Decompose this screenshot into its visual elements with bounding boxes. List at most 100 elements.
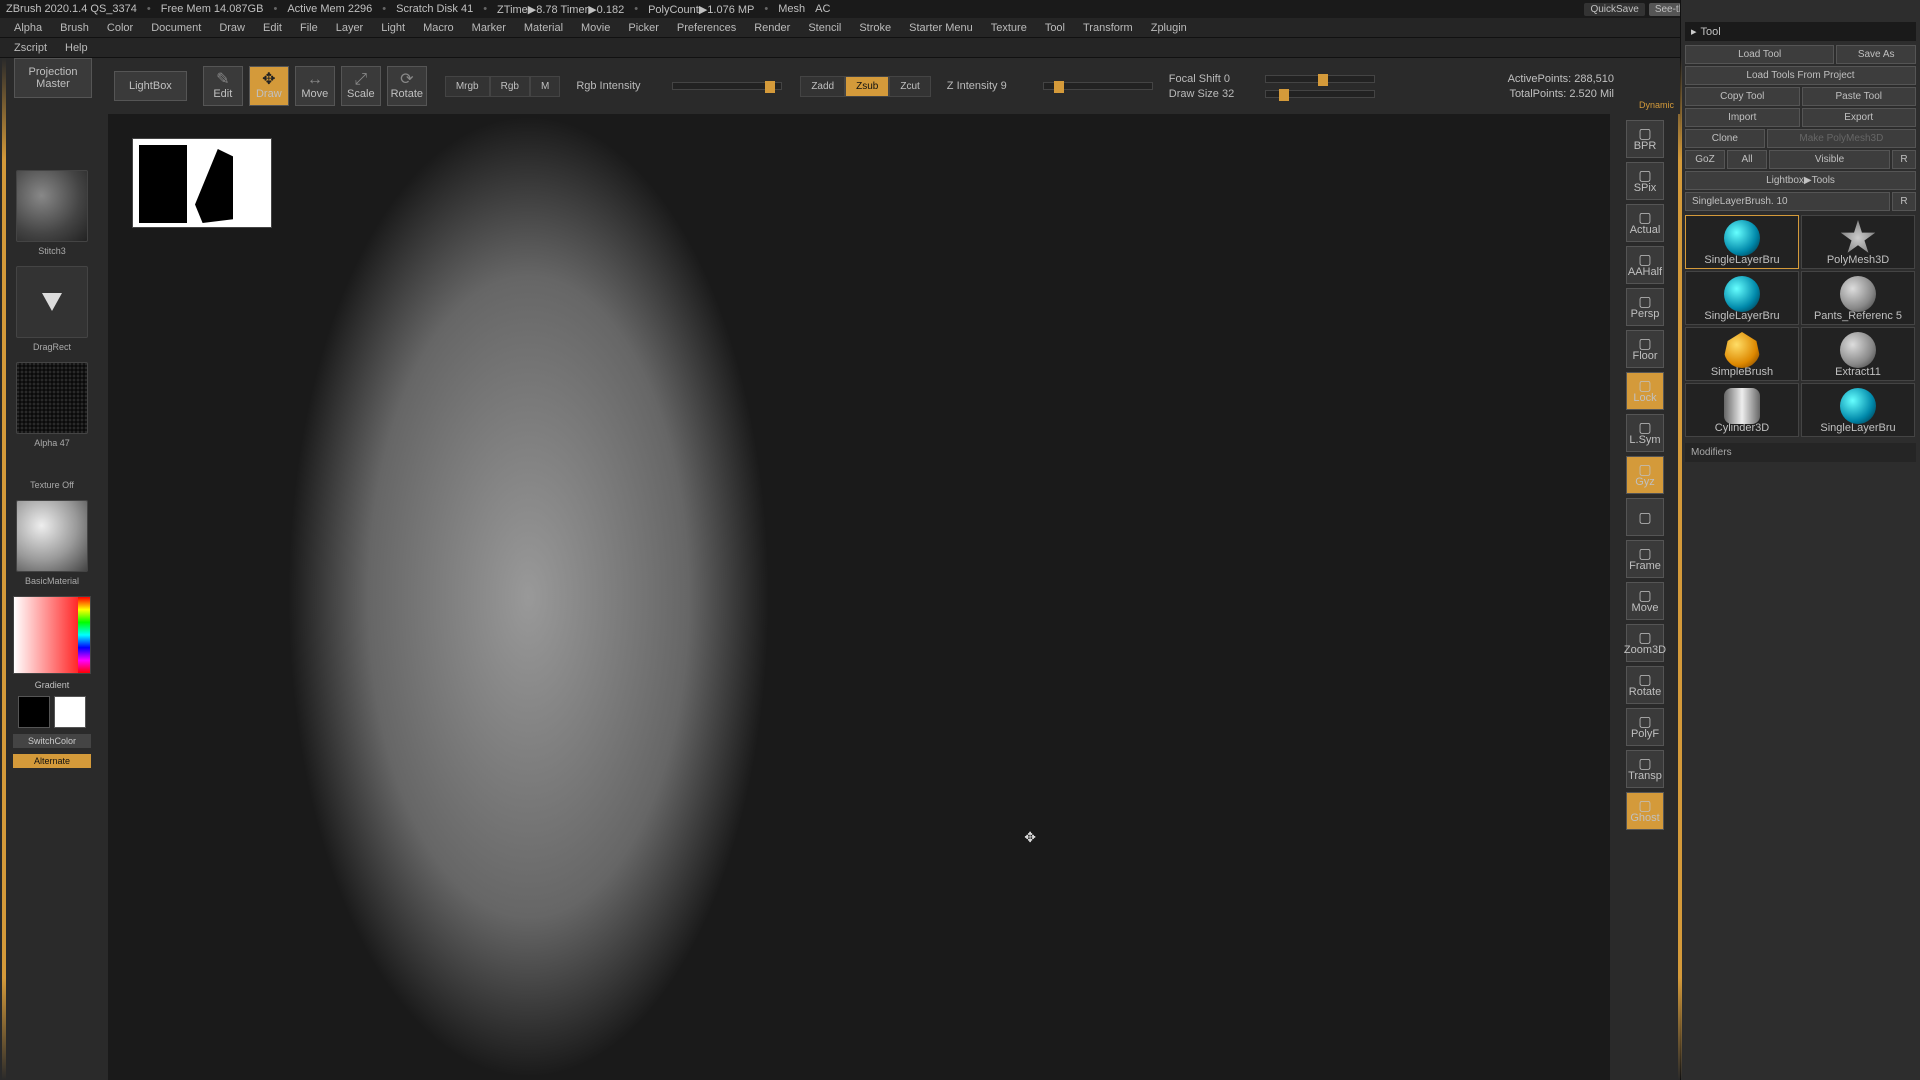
nav-ghost-button[interactable]: ▢Ghost xyxy=(1626,792,1664,830)
scale-button[interactable]: ⤢Scale xyxy=(341,66,381,106)
nav-zoom3d-button[interactable]: ▢Zoom3D xyxy=(1626,624,1664,662)
rgb-button[interactable]: Rgb xyxy=(490,76,530,97)
nav-l.sym-button[interactable]: ▢L.Sym xyxy=(1626,414,1664,452)
nav-gyz-button[interactable]: ▢Gyz xyxy=(1626,456,1664,494)
goz-button[interactable]: GoZ xyxy=(1685,150,1725,169)
menu-movie[interactable]: Movie xyxy=(573,20,618,36)
tool-item-singlelayerbru[interactable]: SingleLayerBru xyxy=(1801,383,1915,437)
nav-lock-button[interactable]: ▢Lock xyxy=(1626,372,1664,410)
modifiers-section[interactable]: Modifiers xyxy=(1685,443,1916,462)
nav-rotate-button[interactable]: ▢Rotate xyxy=(1626,666,1664,704)
lightbox-tools-button[interactable]: Lightbox▶Tools xyxy=(1685,171,1916,190)
tool-item-cylinder3d[interactable]: Cylinder3D xyxy=(1685,383,1799,437)
nav-move-button[interactable]: ▢Move xyxy=(1626,582,1664,620)
menu-zscript[interactable]: Zscript xyxy=(6,40,55,56)
menu-file[interactable]: File xyxy=(292,20,326,36)
gradient-label[interactable]: Gradient xyxy=(35,680,70,690)
goz-visible-button[interactable]: Visible xyxy=(1769,150,1890,169)
menu-stroke[interactable]: Stroke xyxy=(851,20,899,36)
tool-item-singlelayerbru[interactable]: SingleLayerBru xyxy=(1685,271,1799,325)
tool-item-singlelayerbru[interactable]: SingleLayerBru xyxy=(1685,215,1799,269)
move-button[interactable]: ↔Move xyxy=(295,66,335,106)
load-tool-button[interactable]: Load Tool xyxy=(1685,45,1834,64)
draw-size-slider[interactable] xyxy=(1265,90,1375,98)
alpha-thumbnail[interactable] xyxy=(16,362,88,434)
focal-shift-slider[interactable] xyxy=(1265,75,1375,83)
menu-picker[interactable]: Picker xyxy=(620,20,667,36)
rgb-intensity-slider[interactable] xyxy=(672,82,782,90)
nav-floor-button[interactable]: ▢Floor xyxy=(1626,330,1664,368)
material-thumbnail[interactable] xyxy=(16,500,88,572)
nav-transp-button[interactable]: ▢Transp xyxy=(1626,750,1664,788)
menu-preferences[interactable]: Preferences xyxy=(669,20,744,36)
menu-stencil[interactable]: Stencil xyxy=(800,20,849,36)
zsub-button[interactable]: Zsub xyxy=(845,76,889,97)
brush-thumbnail[interactable] xyxy=(16,170,88,242)
edit-button[interactable]: ✎Edit xyxy=(203,66,243,106)
menu-zplugin[interactable]: Zplugin xyxy=(1143,20,1195,36)
import-button[interactable]: Import xyxy=(1685,108,1800,127)
copy-tool-button[interactable]: Copy Tool xyxy=(1685,87,1800,106)
goz-r-button[interactable]: R xyxy=(1892,150,1916,169)
z-intensity-slider[interactable] xyxy=(1043,82,1153,90)
menu-layer[interactable]: Layer xyxy=(328,20,372,36)
m-button[interactable]: M xyxy=(530,76,560,97)
menu-document[interactable]: Document xyxy=(143,20,209,36)
current-tool-name[interactable]: SingleLayerBrush. 10 xyxy=(1685,192,1890,211)
dynamic-label[interactable]: Dynamic xyxy=(1639,100,1674,110)
rotate-button[interactable]: ⟳Rotate xyxy=(387,66,427,106)
paste-tool-button[interactable]: Paste Tool xyxy=(1802,87,1917,106)
menu-tool[interactable]: Tool xyxy=(1037,20,1073,36)
menu-material[interactable]: Material xyxy=(516,20,571,36)
zadd-button[interactable]: Zadd xyxy=(800,76,845,97)
nav-polyf-button[interactable]: ▢PolyF xyxy=(1626,708,1664,746)
menu-help[interactable]: Help xyxy=(57,40,96,56)
tool-item-simplebrush[interactable]: SimpleBrush xyxy=(1685,327,1799,381)
switchcolor-button[interactable]: SwitchColor xyxy=(13,734,91,748)
menu-edit[interactable]: Edit xyxy=(255,20,290,36)
zcut-button[interactable]: Zcut xyxy=(889,76,930,97)
draw-button[interactable]: ✥Draw xyxy=(249,66,289,106)
menu-texture[interactable]: Texture xyxy=(983,20,1035,36)
stroke-thumbnail[interactable] xyxy=(16,266,88,338)
nav-persp-button[interactable]: ▢Persp xyxy=(1626,288,1664,326)
clone-button[interactable]: Clone xyxy=(1685,129,1765,148)
nav-aahalf-button[interactable]: ▢AAHalf xyxy=(1626,246,1664,284)
quicksave-button[interactable]: QuickSave xyxy=(1584,3,1644,16)
nav-frame-button[interactable]: ▢Frame xyxy=(1626,540,1664,578)
tool-item-pants-referenc-5[interactable]: Pants_Referenc 5 xyxy=(1801,271,1915,325)
nav-actual-button[interactable]: ▢Actual xyxy=(1626,204,1664,242)
projection-master-button[interactable]: Projection Master xyxy=(14,58,92,98)
tool-item-polymesh3d[interactable]: PolyMesh3D xyxy=(1801,215,1915,269)
menu-draw[interactable]: Draw xyxy=(211,20,253,36)
lightbox-button[interactable]: LightBox xyxy=(114,71,187,101)
menu-alpha[interactable]: Alpha xyxy=(6,20,50,36)
make-polymesh-button[interactable]: Make PolyMesh3D xyxy=(1767,129,1916,148)
alternate-button[interactable]: Alternate xyxy=(13,754,91,768)
tool-r-button[interactable]: R xyxy=(1892,192,1916,211)
menu-brush[interactable]: Brush xyxy=(52,20,97,36)
save-as-button[interactable]: Save As xyxy=(1836,45,1916,64)
primary-color-swatch[interactable] xyxy=(54,696,86,728)
export-button[interactable]: Export xyxy=(1802,108,1917,127)
nav-blank-button[interactable]: ▢ xyxy=(1626,498,1664,536)
secondary-color-swatch[interactable] xyxy=(18,696,50,728)
mrgb-button[interactable]: Mrgb xyxy=(445,76,490,97)
menu-marker[interactable]: Marker xyxy=(464,20,514,36)
color-picker[interactable] xyxy=(13,596,91,674)
right-tray-handle[interactable] xyxy=(1678,58,1682,1080)
menu-render[interactable]: Render xyxy=(746,20,798,36)
tool-item-extract11[interactable]: Extract11 xyxy=(1801,327,1915,381)
viewport[interactable]: ✥ xyxy=(108,114,1610,1080)
menu-transform[interactable]: Transform xyxy=(1075,20,1141,36)
menu-macro[interactable]: Macro xyxy=(415,20,462,36)
load-tools-project-button[interactable]: Load Tools From Project xyxy=(1685,66,1916,85)
nav-bpr-button[interactable]: ▢BPR xyxy=(1626,120,1664,158)
goz-all-button[interactable]: All xyxy=(1727,150,1767,169)
menu-light[interactable]: Light xyxy=(373,20,413,36)
menu-color[interactable]: Color xyxy=(99,20,141,36)
nav-spix-button[interactable]: ▢SPix xyxy=(1626,162,1664,200)
tool-panel-header[interactable]: ▸ Tool xyxy=(1685,22,1916,41)
menu-starter menu[interactable]: Starter Menu xyxy=(901,20,981,36)
left-tray-handle[interactable] xyxy=(2,58,6,1080)
